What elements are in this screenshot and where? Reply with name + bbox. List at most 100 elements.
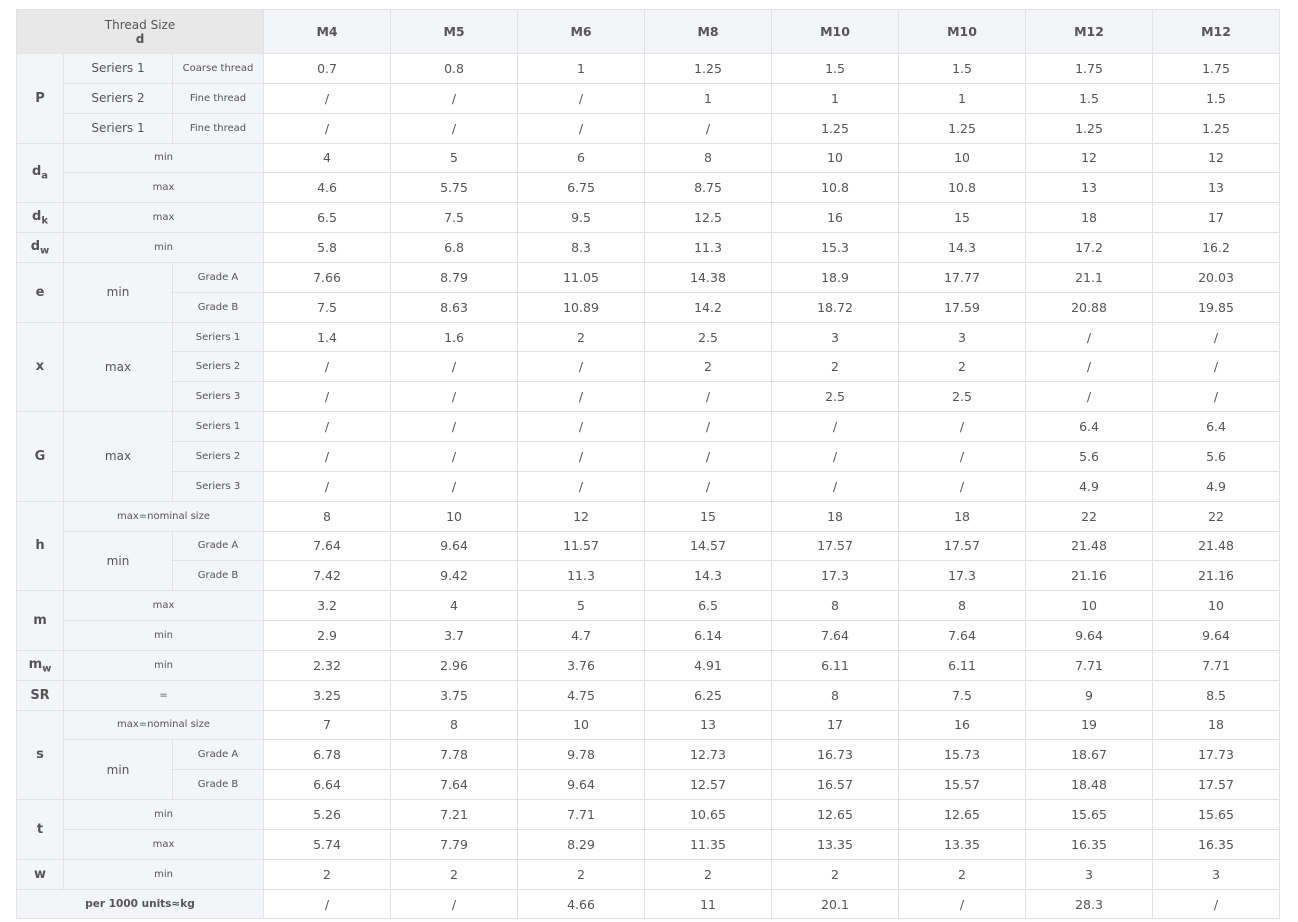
value-cell: 12.65 — [771, 799, 900, 830]
param-t: t — [16, 799, 64, 860]
table-row: Grade B 6.64 7.64 9.64 12.57 16.57 15.57 18.48… — [17, 769, 1281, 801]
value-cell: / — [898, 470, 1027, 502]
value-cell: 1 — [771, 82, 900, 114]
value-cell: 4.75 — [517, 679, 646, 711]
value-cell: 9.64 — [1152, 620, 1281, 651]
param-dk-sub: k — [41, 215, 48, 227]
table-row: w min 22222233 — [16, 858, 1281, 890]
value-cell: 21.48 — [1025, 530, 1154, 562]
value-cell: 19 — [1025, 709, 1154, 741]
value-cell: 9.78 — [517, 739, 646, 771]
value-cell: / — [263, 82, 392, 114]
value-cell: 15 — [898, 202, 1027, 234]
param-s: s — [16, 709, 64, 801]
value-cell: 3 — [898, 321, 1027, 353]
value-cell: 13 — [644, 709, 773, 741]
value-cell: / — [517, 82, 646, 114]
limit-label: min — [63, 261, 173, 323]
value-cell: / — [644, 381, 773, 413]
value-cell: 3.2 — [263, 590, 392, 622]
table-row: min Grade A 7.64 9.64 11.57 14.57 17.57 17.57… — [17, 530, 1281, 592]
value-cell: 6.8 — [390, 232, 519, 263]
value-cell: / — [263, 112, 392, 144]
value-cell: 1.6 — [390, 321, 519, 353]
value-cell: 15.57 — [898, 769, 1027, 801]
value-cell: 6.75 — [517, 172, 646, 204]
value-cell: 7.78 — [390, 739, 519, 771]
value-cell: 7.5 — [898, 679, 1027, 711]
value-cell: 22 — [1025, 500, 1154, 532]
thread-size-header: Thread Size d — [15, 9, 265, 54]
value-cell: 2 — [644, 858, 773, 890]
value-cell: 6 — [517, 142, 646, 174]
value-cell: 18.9 — [771, 261, 900, 293]
param-dw: dw — [16, 232, 64, 263]
value-cell: 1.4 — [263, 321, 392, 353]
value-cell: 15.3 — [771, 232, 900, 263]
value-cell: 2 — [517, 321, 646, 353]
value-cell: / — [644, 470, 773, 502]
value-cell: 11.3 — [517, 560, 646, 592]
value-cell: / — [517, 440, 646, 472]
grade-label: Grade B — [171, 769, 265, 801]
value-cell: 12.57 — [644, 769, 773, 801]
param-p: P — [16, 53, 64, 144]
value-cell: 3 — [771, 321, 900, 353]
value-cell: 6.4 — [1025, 411, 1154, 442]
value-cell: 1.75 — [1025, 53, 1154, 84]
table-row: max 5.74 7.79 8.29 11.35 13.35 13.35 16.35 16.3… — [17, 828, 1281, 860]
size-header: M8 — [644, 9, 773, 54]
value-cell: 5 — [517, 590, 646, 622]
d-label: d — [135, 31, 145, 46]
param-da-main: d — [31, 164, 42, 180]
limit-label: min — [62, 858, 265, 890]
value-cell: 14.57 — [644, 530, 773, 562]
value-cell: 7.42 — [263, 560, 392, 592]
value-cell: 1.25 — [771, 112, 900, 144]
value-cell: 16 — [898, 709, 1027, 741]
value-cell: 2 — [898, 858, 1027, 890]
value-cell: 15.73 — [898, 739, 1027, 771]
table-row: dw min 5.8 6.8 8.3 11.3 15.3 14.3 17.2 16.2 — [16, 232, 1281, 263]
value-cell: 16.2 — [1152, 232, 1281, 263]
table-row: Seriers 2 ///2 2 2// — [17, 351, 1281, 383]
value-cell: 14.2 — [644, 291, 773, 323]
value-cell: / — [898, 440, 1027, 472]
value-cell: 1.5 — [771, 53, 900, 84]
value-cell: 16.73 — [771, 739, 900, 771]
param-da-sub: a — [41, 170, 49, 182]
limit-label: max — [62, 172, 265, 204]
value-cell: / — [390, 82, 519, 114]
value-cell: 18 — [1152, 709, 1281, 741]
value-cell: / — [771, 470, 900, 502]
value-cell: 18.48 — [1025, 769, 1154, 801]
value-cell: 2 — [898, 351, 1027, 383]
table-row: min Grade A 6.78 7.78 9.78 12.73 16.73 15.73 1… — [17, 739, 1281, 801]
value-cell: 13.35 — [898, 828, 1027, 860]
table-row: SR = 3.25 3.75 4.75 6.25 8 7.5 9 8.5 — [16, 679, 1281, 711]
value-cell: 17.57 — [898, 530, 1027, 562]
series-sub-label: Seriers 3 — [171, 470, 265, 502]
value-cell: 4 — [263, 142, 392, 174]
value-cell: 7.64 — [390, 769, 519, 801]
value-cell: 4.9 — [1152, 470, 1281, 502]
size-header: M10 — [771, 9, 900, 54]
value-cell: 1.5 — [1152, 82, 1281, 114]
value-cell: 20.03 — [1152, 261, 1281, 293]
value-cell: 8 — [390, 709, 519, 741]
table-row: Seriers 1 Fine thread / / //1.25 1.25 1.25 1.… — [17, 112, 1281, 144]
weight-label: per 1000 units≈kg — [15, 888, 265, 920]
value-cell: 3.75 — [390, 679, 519, 711]
value-cell: 8 — [898, 590, 1027, 622]
value-cell: 0.8 — [390, 53, 519, 84]
value-cell: / — [1025, 351, 1154, 383]
value-cell: / — [1152, 888, 1281, 920]
value-cell: 8.3 — [517, 232, 646, 263]
table-row: Grade B 7.5 8.63 10.89 14.2 18.72 17.59 20.88 1… — [17, 291, 1281, 323]
limit-label: min — [62, 649, 265, 681]
value-cell: 16.35 — [1152, 828, 1281, 860]
value-cell: 9.64 — [390, 530, 519, 562]
value-cell: 17.77 — [898, 261, 1027, 293]
thread-type-label: Fine thread — [171, 82, 265, 114]
value-cell: 17.57 — [1152, 769, 1281, 801]
